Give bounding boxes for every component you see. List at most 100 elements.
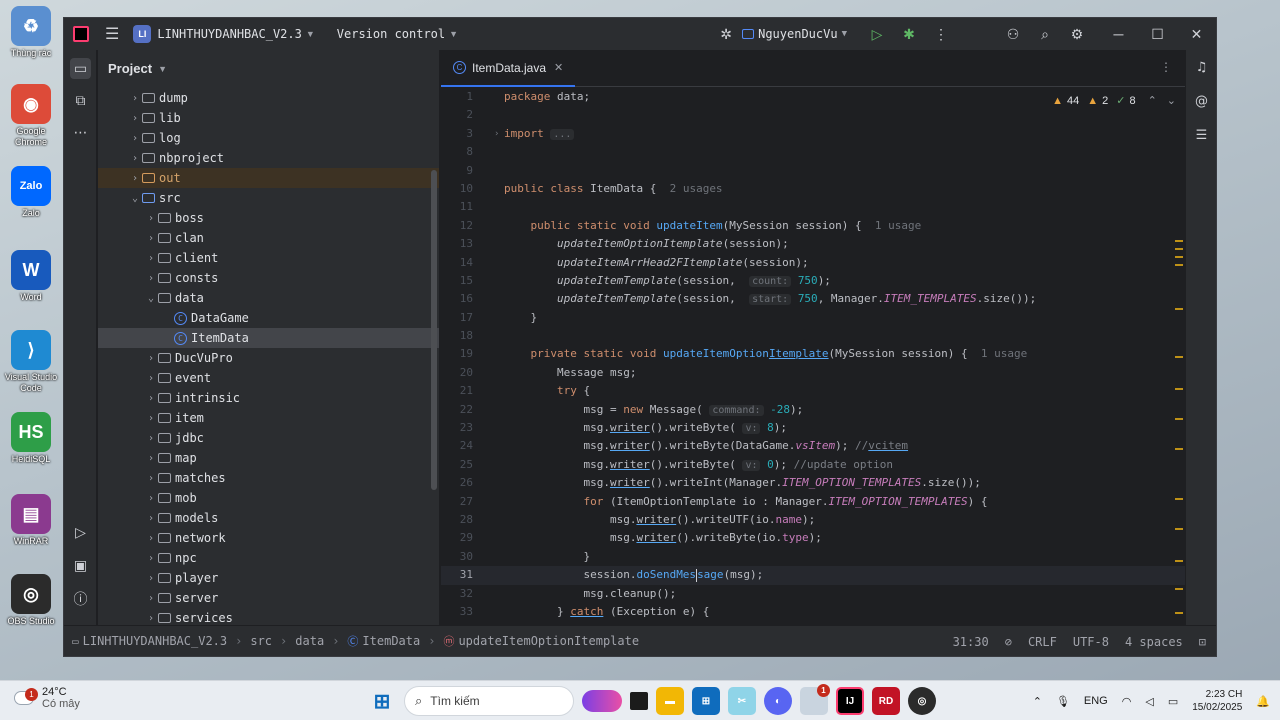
discord-icon[interactable]: ◐ (764, 687, 792, 715)
code-line[interactable]: 27 for (ItemOptionTemplate io : Manager.… (441, 493, 1186, 511)
chevron-right-icon[interactable]: › (128, 173, 142, 184)
code-line[interactable]: 8 (441, 143, 1186, 161)
tree-item-boss[interactable]: › boss (98, 208, 439, 228)
project-tool-icon[interactable]: ▭ (70, 58, 91, 79)
clock[interactable]: 2:23 CH 15/02/2025 (1192, 688, 1242, 714)
code-line[interactable]: 29 msg.writer().writeByte(io.type); (441, 529, 1186, 547)
code-line[interactable]: 20 Message msg; (441, 364, 1186, 382)
code-line[interactable]: 13 updateItemOptionItemplate(session); (441, 235, 1186, 253)
code-line[interactable]: 17 } (441, 309, 1186, 327)
chevron-right-icon[interactable]: › (144, 273, 158, 284)
line-number[interactable]: 28 (441, 511, 473, 529)
warning-marker[interactable] (1175, 240, 1183, 242)
code-line[interactable]: 2 (441, 106, 1186, 124)
chevron-right-icon[interactable]: › (144, 553, 158, 564)
chevron-right-icon[interactable]: › (144, 393, 158, 404)
code-line[interactable]: 24 msg.writer().writeByte(DataGame.vsIte… (441, 437, 1186, 455)
code-line[interactable]: 25 msg.writer().writeByte( v: 0); //upda… (441, 456, 1186, 474)
chevron-right-icon[interactable]: › (144, 433, 158, 444)
chevron-right-icon[interactable]: › (128, 133, 142, 144)
chevron-right-icon[interactable]: › (128, 113, 142, 124)
lock-icon[interactable]: ⊡ (1199, 635, 1206, 649)
desktop-icon-winrar[interactable]: ▤ WinRAR (2, 494, 60, 547)
add-user-icon[interactable]: ⚇ (997, 26, 1029, 43)
tree-item-lib[interactable]: › lib (98, 108, 439, 128)
breadcrumb-item[interactable]: src (250, 634, 272, 648)
breadcrumb-item[interactable]: LINHTHUYDANHBAC_V2.3 (83, 634, 228, 648)
line-number[interactable]: 22 (441, 401, 473, 419)
obs-taskbar-icon[interactable]: ◎ (908, 687, 936, 715)
breadcrumb-item[interactable]: ItemData (362, 634, 420, 648)
run-config-selector[interactable]: NguyenDucVu ▼ (742, 27, 847, 41)
battery-icon[interactable]: ▭ (1168, 695, 1178, 708)
language-indicator[interactable]: ENG (1084, 695, 1108, 707)
code-line[interactable]: 32 msg.cleanup(); (441, 585, 1186, 603)
file-encoding[interactable]: UTF-8 (1073, 635, 1109, 649)
caret-position[interactable]: 31:30 (953, 635, 989, 649)
chevron-up-icon[interactable]: ⌃ (1148, 94, 1157, 107)
desktop-icon-th-ng-r-c[interactable]: ♻ Thùng rác (2, 6, 60, 59)
chevron-right-icon[interactable]: › (128, 153, 142, 164)
settings-gear-icon[interactable]: ⚙ (1061, 26, 1093, 43)
tree-item-src[interactable]: ⌄ src (98, 188, 439, 208)
warning-marker[interactable] (1175, 498, 1183, 500)
indent-setting[interactable]: 4 spaces (1125, 635, 1183, 649)
line-number[interactable]: 27 (441, 493, 473, 511)
code-line[interactable]: 12 public static void updateItem(MySessi… (441, 217, 1186, 235)
desktop-icon-heidisql[interactable]: HS HeidiSQL (2, 412, 60, 465)
tree-item-clan[interactable]: › clan (98, 228, 439, 248)
taskbar-search[interactable]: ⌕ Tìm kiếm (404, 686, 574, 716)
line-separator[interactable]: CRLF (1028, 635, 1057, 649)
more-tools-icon[interactable]: ⋯ (70, 122, 91, 143)
tree-item-nbproject[interactable]: › nbproject (98, 148, 439, 168)
line-number[interactable]: 1 (441, 88, 473, 106)
code-area[interactable]: 1 package data; 2 3 › import ... 8 9 10 public cl… (441, 88, 1186, 621)
tree-item-map[interactable]: › map (98, 448, 439, 468)
line-number[interactable]: 11 (441, 198, 473, 216)
debug-bug-icon[interactable]: ✲ (710, 26, 742, 43)
code-line[interactable]: 9 (441, 162, 1186, 180)
desktop-icon-word[interactable]: W Word (2, 250, 60, 303)
code-line[interactable]: 31 session.doSendMessage(msg); (441, 566, 1186, 585)
line-number[interactable]: 10 (441, 180, 473, 198)
chevron-right-icon[interactable]: › (144, 353, 158, 364)
search-icon[interactable]: ⌕ (1029, 26, 1061, 43)
ai-assistant-icon[interactable]: @ (1193, 94, 1210, 111)
chevron-right-icon[interactable]: › (144, 593, 158, 604)
line-number[interactable]: 29 (441, 529, 473, 547)
warning-marker[interactable] (1175, 356, 1183, 358)
problems-icon[interactable]: ⓘ (70, 588, 91, 609)
line-number[interactable]: 2 (441, 106, 473, 124)
chevron-right-icon[interactable]: › (144, 213, 158, 224)
line-number[interactable]: 21 (441, 382, 473, 400)
fold-icon[interactable]: › (494, 125, 499, 143)
notifications-icon[interactable]: 🔔 (1256, 695, 1270, 708)
line-number[interactable]: 32 (441, 585, 473, 603)
database-icon[interactable]: ☰ (1193, 128, 1210, 145)
warning-marker[interactable] (1175, 418, 1183, 420)
close-tab-icon[interactable]: ✕ (554, 61, 563, 74)
code-line[interactable]: 30 } (441, 548, 1186, 566)
warning-marker[interactable] (1175, 612, 1183, 614)
breadcrumb-item[interactable]: updateItemOptionItemplate (458, 634, 639, 648)
tree-item-out[interactable]: › out (98, 168, 439, 188)
services-icon[interactable]: ▷ (70, 522, 91, 543)
line-number[interactable]: 30 (441, 548, 473, 566)
warning-marker[interactable] (1175, 264, 1183, 266)
project-scrollbar[interactable] (431, 170, 437, 490)
line-number[interactable]: 17 (441, 309, 473, 327)
more-actions-icon[interactable]: ⋮ (925, 26, 957, 43)
line-number[interactable]: 15 (441, 272, 473, 290)
tree-item-jdbc[interactable]: › jdbc (98, 428, 439, 448)
microphone-icon[interactable]: 🎙 (1056, 695, 1070, 708)
chrome-taskbar-icon[interactable]: 1 (800, 684, 830, 715)
vcs-menu[interactable]: Version control ▼ (315, 27, 458, 41)
chevron-right-icon[interactable]: › (144, 493, 158, 504)
chevron-right-icon[interactable]: › (144, 413, 158, 424)
desktop-icon-visual-studio-code[interactable]: ⟩ Visual Studio Code (2, 330, 60, 394)
code-line[interactable]: 16 updateItemTemplate(session, start: 75… (441, 290, 1186, 308)
project-panel-header[interactable]: Project ▼ (98, 50, 439, 87)
line-number[interactable]: 3 (441, 125, 473, 143)
tree-item-mob[interactable]: › mob (98, 488, 439, 508)
chevron-right-icon[interactable]: › (128, 93, 142, 104)
